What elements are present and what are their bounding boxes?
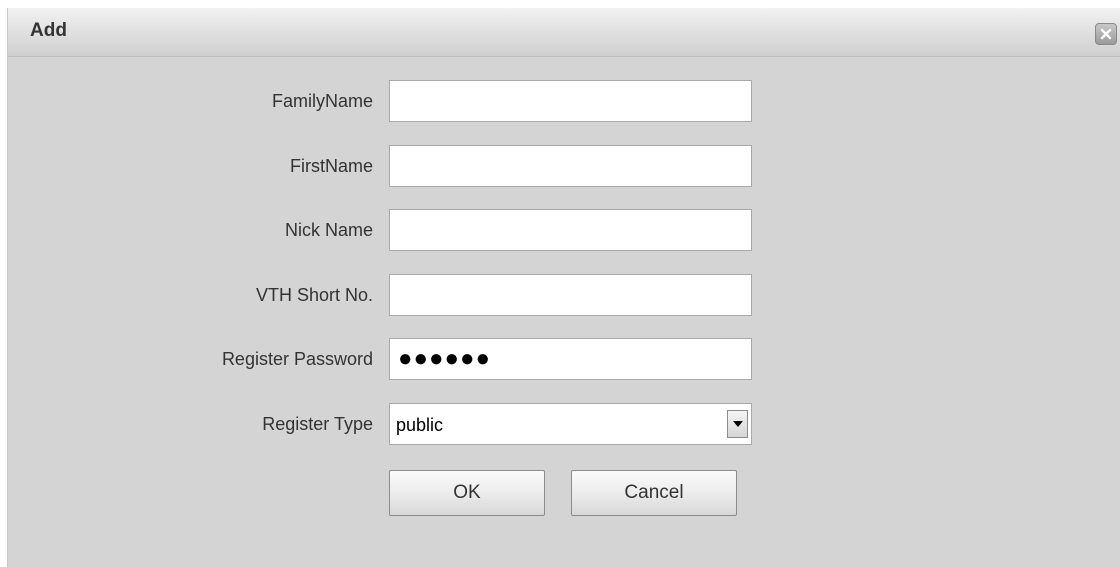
close-icon	[1100, 28, 1112, 40]
add-dialog: Add FamilyName FirstName Nick Name VTH S…	[7, 8, 1120, 567]
register-password-input[interactable]: ●●●●●●	[389, 338, 752, 380]
vth-short-no-label: VTH Short No.	[255, 285, 373, 305]
family-name-label: FamilyName	[271, 91, 373, 111]
dialog-titlebar[interactable]: Add	[8, 8, 1120, 57]
register-type-label: Register Type	[262, 414, 373, 434]
cancel-button[interactable]: Cancel	[571, 470, 737, 516]
dialog-title: Add	[30, 20, 67, 41]
family-name-row: FamilyName	[8, 80, 1120, 122]
family-name-input[interactable]	[389, 80, 752, 122]
first-name-row: FirstName	[8, 145, 1120, 187]
first-name-label: FirstName	[289, 156, 373, 176]
register-type-row: Register Type public	[8, 403, 1120, 445]
close-button[interactable]	[1095, 23, 1117, 45]
register-password-label: Register Password	[221, 349, 373, 369]
nick-name-row: Nick Name	[8, 209, 1120, 251]
first-name-input[interactable]	[389, 145, 752, 187]
register-type-dropdown-button[interactable]	[727, 410, 748, 438]
nick-name-label: Nick Name	[284, 220, 373, 240]
vth-short-no-input[interactable]	[389, 274, 752, 316]
register-type-value: public	[396, 415, 444, 435]
ok-button[interactable]: OK	[389, 470, 545, 516]
nick-name-input[interactable]	[389, 209, 752, 251]
vth-short-no-row: VTH Short No.	[8, 274, 1120, 316]
register-type-select[interactable]: public	[389, 403, 752, 445]
chevron-down-icon	[733, 421, 743, 427]
register-password-row: Register Password ●●●●●●	[8, 338, 1120, 380]
